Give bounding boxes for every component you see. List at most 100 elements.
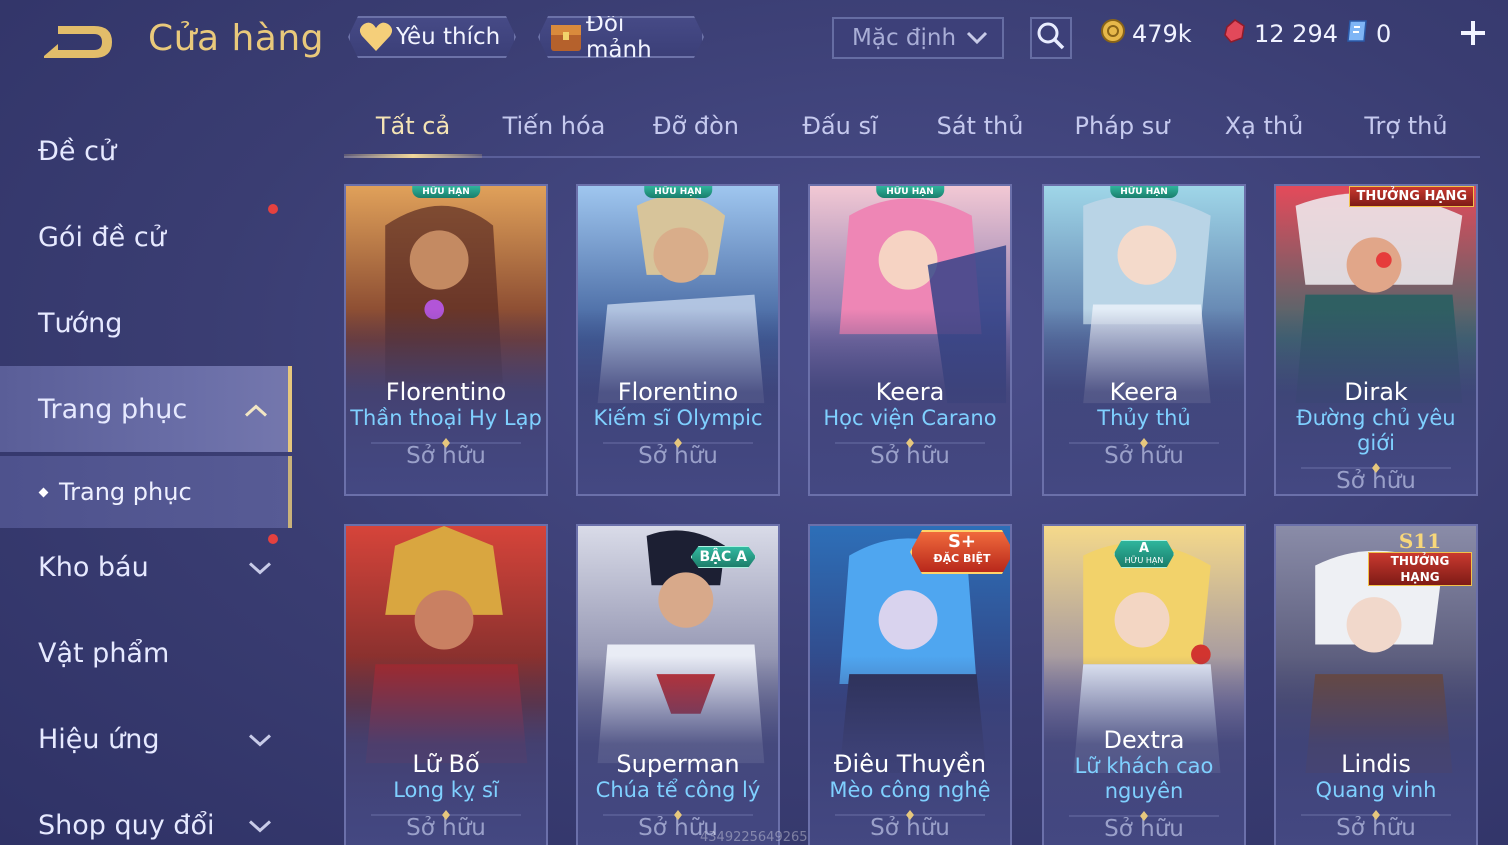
sidebar-item-skins[interactable]: Trang phục	[0, 366, 292, 452]
tab-mage[interactable]: Pháp sư	[1060, 112, 1184, 156]
hero-name: Superman	[616, 750, 740, 778]
tab-all[interactable]: Tất cả	[344, 112, 482, 158]
skin-name: Chúa tể công lý	[595, 778, 761, 802]
skin-card[interactable]: S11 THƯỞNG HẠNG Lindis Quang vinh Sở hữu	[1274, 524, 1478, 845]
sidebar-item-recommended[interactable]: Đề cử	[0, 108, 292, 194]
limited-badge: HỮU HẠN	[644, 186, 712, 198]
sidebar-item-treasure[interactable]: Kho báu	[0, 524, 292, 610]
sidebar-item-effects[interactable]: Hiệu ứng	[0, 696, 292, 782]
skin-card[interactable]: Lữ Bố Long kỵ sĩ Sở hữu	[344, 524, 548, 845]
favorites-label: Yêu thích	[396, 24, 501, 50]
sidebar-item-items[interactable]: Vật phẩm	[0, 610, 292, 696]
skin-card[interactable]: THƯỞNG HẠNG Dirak Đường chủ yêu giới Sở …	[1274, 184, 1478, 496]
sort-selected-value: Mặc định	[852, 25, 957, 51]
gold-amount: 479k	[1132, 20, 1192, 48]
sidebar-subitem-label: Trang phục	[59, 478, 192, 506]
skin-name: Long kỵ sĩ	[393, 778, 499, 802]
divider	[835, 433, 985, 448]
sort-dropdown[interactable]: Mặc định	[832, 17, 1004, 59]
add-currency-button[interactable]	[1458, 18, 1488, 48]
tab-label: Xạ thủ	[1224, 112, 1304, 140]
skin-name: Quang vinh	[1315, 778, 1437, 802]
ruby-amount: 12 294	[1254, 20, 1338, 48]
tab-tank[interactable]: Đỡ đòn	[634, 112, 758, 156]
notification-dot	[268, 534, 278, 544]
tab-label: Đỡ đòn	[652, 112, 740, 140]
card-info: Lữ Bố Long kỵ sĩ Sở hữu	[346, 750, 546, 841]
watermark: 4349225649265	[700, 830, 808, 845]
tier-sub-label: ĐẶC BIỆT	[933, 552, 991, 565]
tab-marksman[interactable]: Xạ thủ	[1202, 112, 1326, 156]
active-tab-indicator	[344, 154, 482, 158]
card-info: Superman Chúa tể công lý Sở hữu	[578, 750, 778, 841]
tab-support[interactable]: Trợ thủ	[1344, 112, 1468, 156]
tier-sub-label: HỮU HẠN	[1124, 556, 1164, 565]
special-tier-badge: S+ ĐẶC BIỆT	[910, 530, 1012, 574]
heart-icon	[358, 19, 394, 55]
back-arrow-icon[interactable]	[38, 20, 118, 66]
divider	[603, 433, 753, 448]
skin-card[interactable]: HỮU HẠN Keera Thủy thủ Sở hữu	[1042, 184, 1246, 496]
skin-name: Đường chủ yêu giới	[1296, 406, 1456, 455]
skin-name: Học viện Carano	[823, 406, 997, 430]
divider	[371, 433, 521, 448]
premium-badge: THƯỞNG HẠNG	[1349, 186, 1474, 207]
season-badge: S11 THƯỞNG HẠNG	[1368, 530, 1472, 586]
sidebar-item-label: Kho báu	[38, 551, 149, 583]
tab-label: Sát thủ	[936, 112, 1024, 140]
shard-exchange-label: Đổi mảnh	[586, 11, 652, 63]
tab-assassin[interactable]: Sát thủ	[918, 112, 1042, 156]
hero-name: Keera	[875, 378, 945, 406]
skin-card[interactable]: A HỮU HẠN Dextra Lữ khách cao nguyên Sở …	[1042, 524, 1246, 845]
sidebar-item-label: Hiệu ứng	[38, 723, 160, 755]
hero-name: Dirak	[1344, 378, 1408, 406]
token-amount: 0	[1376, 20, 1392, 48]
skin-name: Kiếm sĩ Olympic	[593, 406, 763, 430]
skin-card[interactable]: HỮU HẠN Florentino Thần thoại Hy Lạp Sở …	[344, 184, 548, 496]
search-button[interactable]	[1030, 17, 1072, 59]
divider	[835, 805, 985, 820]
sidebar-item-heroes[interactable]: Tướng	[0, 280, 292, 366]
skin-name: Thủy thủ	[1097, 406, 1191, 430]
divider	[1301, 458, 1451, 473]
skin-name: Lữ khách cao nguyên	[1074, 754, 1214, 803]
tier-label: S+	[947, 531, 977, 552]
shard-exchange-button[interactable]: Đổi mảnh	[538, 16, 704, 58]
card-info: Lindis Quang vinh Sở hữu	[1276, 750, 1476, 841]
sidebar-item-exchange-shop[interactable]: Shop quy đổi	[0, 782, 292, 845]
skin-card[interactable]: BẬC A Superman Chúa tể công lý Sở hữu	[576, 524, 780, 845]
favorites-button[interactable]: Yêu thích	[348, 16, 516, 58]
search-icon	[1036, 21, 1066, 55]
card-info: Dirak Đường chủ yêu giới Sở hữu	[1276, 378, 1476, 494]
limited-badge: HỮU HẠN	[876, 186, 944, 198]
tab-label: Pháp sư	[1074, 112, 1170, 140]
skin-card[interactable]: S+ ĐẶC BIỆT Điêu Thuyền Mèo công nghệ Sở…	[808, 524, 1012, 845]
hero-name: Lữ Bố	[412, 750, 480, 778]
divider	[1069, 433, 1219, 448]
tab-evolution[interactable]: Tiến hóa	[492, 112, 616, 156]
sidebar-item-label: Gói đề cử	[38, 221, 166, 253]
card-info: Điêu Thuyền Mèo công nghệ Sở hữu	[810, 750, 1010, 841]
tab-label: Trợ thủ	[1364, 112, 1448, 140]
card-info: Keera Thủy thủ Sở hữu	[1044, 378, 1244, 469]
tab-label: Tiến hóa	[502, 112, 606, 140]
sidebar-item-recommended-bundles[interactable]: Gói đề cử	[0, 194, 292, 280]
sidebar-item-label: Đề cử	[38, 135, 117, 167]
hero-name: Keera	[1109, 378, 1179, 406]
chevron-down-icon	[248, 724, 272, 755]
notification-dot	[268, 204, 278, 214]
sidebar-subitem-skins[interactable]: Trang phục	[0, 456, 292, 528]
gold-currency: 479k	[1100, 18, 1192, 50]
sidebar-item-label: Shop quy đổi	[38, 809, 215, 841]
sidebar: Đề cử Gói đề cử Tướng Trang phục Trang p…	[0, 100, 292, 845]
skin-card[interactable]: HỮU HẠN Florentino Kiếm sĩ Olympic Sở hữ…	[576, 184, 780, 496]
divider	[1301, 805, 1451, 820]
skin-card[interactable]: HỮU HẠN Keera Học viện Carano Sở hữu	[808, 184, 1012, 496]
ruby-gem-icon	[1222, 18, 1248, 50]
divider	[371, 805, 521, 820]
treasure-chest-icon	[548, 19, 584, 55]
tier-badge: BẬC A	[691, 546, 757, 568]
tab-fighter[interactable]: Đấu sĩ	[778, 112, 902, 156]
divider	[603, 805, 753, 820]
tab-label: Tất cả	[375, 112, 451, 140]
